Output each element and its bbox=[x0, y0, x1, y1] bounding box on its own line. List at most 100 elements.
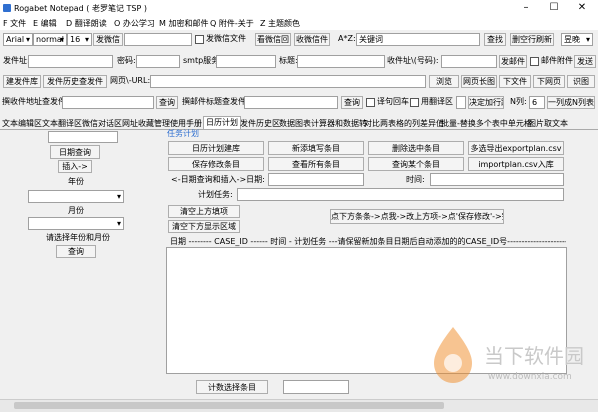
minimize-icon[interactable]: – bbox=[512, 0, 540, 15]
view-wechat-button[interactable]: 看微信回 bbox=[255, 33, 291, 46]
wechat-input[interactable] bbox=[124, 33, 192, 46]
date-input[interactable] bbox=[268, 173, 364, 186]
tab-batch-replace[interactable]: 批量-替换多个表中单元格 bbox=[441, 118, 532, 129]
send-mail-button[interactable]: 发邮件 bbox=[499, 55, 527, 68]
horizontal-scrollbar[interactable] bbox=[0, 399, 598, 412]
tab-send-history[interactable]: 发件历史区 bbox=[240, 118, 280, 129]
tab-wechat[interactable]: 微信对话区 bbox=[82, 118, 122, 129]
mail-subject-query-input[interactable] bbox=[244, 96, 338, 109]
subject-input[interactable] bbox=[297, 55, 385, 68]
title-bar: Rogabet Notepad ( 老罗笔记 TSP ) – ☐ ✕ bbox=[0, 0, 598, 17]
task-plan-group-label: 任务计划 bbox=[167, 129, 199, 138]
scrollbar-thumb[interactable] bbox=[14, 402, 444, 409]
save-entry-button[interactable]: 保存修改条目 bbox=[168, 157, 264, 171]
menu-mail[interactable]: M 加密和邮件 bbox=[159, 18, 208, 29]
export-plan-button[interactable]: 多选导出exportplan.csv bbox=[468, 141, 564, 155]
receive-wechat-button[interactable]: 收微信件 bbox=[294, 33, 330, 46]
import-plan-button[interactable]: importplan.csv入库 bbox=[468, 157, 564, 171]
font-size-select[interactable]: 16 bbox=[67, 33, 92, 46]
send-button[interactable]: 发送 bbox=[574, 55, 596, 68]
left-date-input[interactable] bbox=[48, 131, 118, 143]
app-icon bbox=[3, 4, 11, 12]
menu-edit[interactable]: E 编辑 bbox=[33, 18, 57, 29]
ocr-button[interactable]: 识图 bbox=[567, 75, 595, 88]
maximize-icon[interactable]: ☐ bbox=[540, 0, 568, 15]
browse-button[interactable]: 浏览 bbox=[429, 75, 459, 88]
tab-compare-columns[interactable]: 对比两表格的列差异值 bbox=[364, 118, 444, 129]
download-file-button[interactable]: 下文件 bbox=[499, 75, 531, 88]
ncol-button[interactable]: 一列成N列表 bbox=[547, 96, 595, 109]
edit-hint-button[interactable]: 点下方条条->点我->改上方项->点'保存修改'->完成 bbox=[330, 209, 504, 224]
month-select[interactable] bbox=[28, 217, 124, 230]
tab-image-text[interactable]: 图片取文本 bbox=[528, 118, 568, 129]
use-translate-label: 用翻译区 bbox=[421, 97, 453, 106]
new-entry-button[interactable]: 新添填写条目 bbox=[268, 141, 364, 155]
send-wechat-button[interactable]: 发微信 bbox=[93, 33, 123, 46]
query-recipient-button[interactable]: 查询 bbox=[156, 96, 178, 109]
menu-theme[interactable]: Z 主题颜色 bbox=[260, 18, 300, 29]
line-spacing-button[interactable]: 决定加行距 bbox=[468, 96, 504, 109]
delete-selected-button[interactable]: 删除选中条目 bbox=[368, 141, 464, 155]
year-month-query-button[interactable]: 查询 bbox=[56, 245, 96, 258]
find-button[interactable]: 查找 bbox=[484, 33, 506, 46]
task-label: 计划任务: bbox=[198, 190, 233, 199]
url-input[interactable] bbox=[150, 75, 426, 88]
ncol-input[interactable]: 6 bbox=[529, 96, 545, 109]
year-select[interactable] bbox=[28, 190, 124, 203]
count-output bbox=[283, 380, 349, 394]
font-select[interactable]: Arial bbox=[3, 33, 33, 46]
recipient-query-input[interactable] bbox=[62, 96, 154, 109]
use-translate-checkbox[interactable] bbox=[410, 98, 419, 107]
keyword-input[interactable]: 关键词 bbox=[356, 33, 480, 46]
mail-attachment-checkbox[interactable] bbox=[530, 57, 539, 66]
font-style-select[interactable]: normal bbox=[33, 33, 67, 46]
tab-bookmarks[interactable]: 网址收藏管理 bbox=[122, 118, 170, 129]
menu-file[interactable]: F 文件 bbox=[3, 18, 26, 29]
mail-attachment-label: 邮件附件 bbox=[541, 56, 573, 65]
sender-input[interactable] bbox=[28, 55, 113, 68]
clear-bottom-button[interactable]: 清空下方显示区域 bbox=[168, 220, 240, 233]
month-label: 月份 bbox=[68, 206, 84, 215]
password-input[interactable] bbox=[136, 55, 180, 68]
spacing-input[interactable] bbox=[456, 96, 466, 109]
menu-office[interactable]: O 办公学习 bbox=[114, 18, 155, 29]
wechat-file-label: 发微信文件 bbox=[206, 34, 246, 43]
watermark-logo bbox=[434, 327, 472, 383]
url-label: 网页\-URL: bbox=[110, 76, 151, 85]
menu-bar: F 文件 E 编辑 D 翻译朗读 O 办公学习 M 加密和邮件 Q 附件-关于 … bbox=[0, 16, 598, 30]
wechat-file-checkbox[interactable] bbox=[195, 35, 204, 44]
subject-label: 标题: bbox=[279, 56, 298, 65]
count-selected-button[interactable]: 计数选择条目 bbox=[196, 380, 268, 394]
delete-blank-lines-button[interactable]: 删空行刷新 bbox=[510, 33, 554, 46]
date-query-button[interactable]: 日期查询 bbox=[50, 145, 100, 159]
quote-enter-checkbox[interactable] bbox=[366, 98, 375, 107]
tab-calendar-plan[interactable]: 日历计划 bbox=[203, 116, 241, 129]
smtp-label: smtp服务 bbox=[183, 56, 220, 65]
query-subject-button[interactable]: 查询 bbox=[341, 96, 363, 109]
view-all-button[interactable]: 查看所有条目 bbox=[268, 157, 364, 171]
watermark-url: www.downxia.com bbox=[488, 372, 572, 382]
download-page-button[interactable]: 下网页 bbox=[533, 75, 565, 88]
menu-about[interactable]: Q 附件-关于 bbox=[210, 18, 254, 29]
close-icon[interactable]: ✕ bbox=[568, 0, 596, 15]
task-input[interactable] bbox=[237, 188, 564, 201]
tab-text-edit[interactable]: 文本编辑区 bbox=[2, 118, 42, 129]
date-label: <-日期查询和插入->日期: bbox=[171, 175, 265, 184]
menu-translate[interactable]: D 翻译朗读 bbox=[66, 18, 107, 29]
send-history-button[interactable]: 发件历史查发件 bbox=[43, 75, 107, 88]
long-screenshot-button[interactable]: 网页长图 bbox=[461, 75, 497, 88]
clear-top-button[interactable]: 清空上方填项 bbox=[168, 205, 240, 218]
tab-calculator[interactable]: 计算器和数据转 bbox=[311, 118, 367, 129]
mail-subject-query-label: 撰邮件标题查发件: bbox=[182, 97, 249, 106]
query-entry-button[interactable]: 查询某个条目 bbox=[368, 157, 464, 171]
insert-button[interactable]: 插入-> bbox=[58, 160, 92, 173]
theme-select[interactable]: 昱晚 bbox=[561, 33, 593, 46]
password-label: 密码: bbox=[117, 56, 136, 65]
time-input[interactable] bbox=[430, 173, 564, 186]
recipient-input[interactable] bbox=[441, 55, 497, 68]
create-calendar-db-button[interactable]: 日历计划建库 bbox=[168, 141, 264, 155]
smtp-input[interactable] bbox=[216, 55, 276, 68]
tab-translate[interactable]: 文本翻译区 bbox=[42, 118, 82, 129]
build-outbox-button[interactable]: 建发件库 bbox=[3, 75, 41, 88]
tab-charts[interactable]: 数据图表 bbox=[279, 118, 311, 129]
